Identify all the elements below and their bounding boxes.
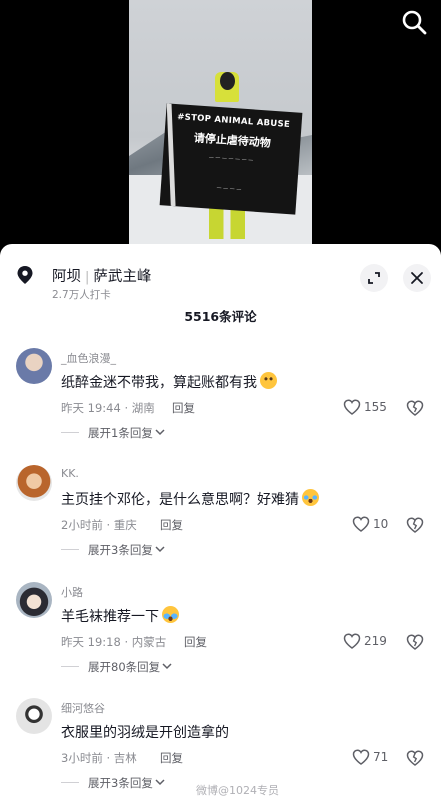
expand-replies-label: 展开3条回复: [88, 543, 153, 557]
location-title: 阿坝 | 萨武主峰: [52, 265, 151, 286]
expand-replies-label: 展开80条回复: [88, 660, 161, 674]
video-frame: #STOP ANIMAL ABUSE 请停止虐待动物 — — — — — — —…: [129, 0, 312, 250]
comment-username[interactable]: _血色浪漫_: [61, 350, 116, 366]
expand-button[interactable]: [360, 264, 388, 292]
expand-icon: [368, 272, 380, 284]
location-peak: 萨武主峰: [93, 269, 152, 285]
comment-item: KK. 主页挂个邓伦，是什么意思啊？好难猜 2小时前 · 重庆 回复 10 展开…: [0, 465, 441, 580]
location-pin-icon: [16, 265, 34, 285]
like-count: 155: [364, 400, 387, 414]
crying-emoji-icon: [162, 606, 179, 623]
protest-banner: #STOP ANIMAL ABUSE 请停止虐待动物 — — — — — — —…: [159, 103, 303, 215]
banner-slogan-cn: 请停止虐待动物: [193, 131, 272, 150]
reply-button[interactable]: 回复: [160, 517, 183, 533]
comments-count: 5516条评论: [184, 309, 257, 324]
expand-replies-button[interactable]: 展开80条回复: [88, 659, 172, 675]
comment-username[interactable]: 细河悠谷: [61, 700, 105, 716]
comment-body: 羊毛袜推荐一下: [61, 609, 159, 625]
heart-icon: [343, 633, 361, 649]
expand-divider: [61, 666, 79, 667]
close-icon: [411, 272, 423, 284]
comment-meta: 3小时前 · 吉林: [61, 751, 137, 765]
location-place: 阿坝: [52, 269, 81, 285]
chevron-down-icon: [155, 429, 165, 436]
location-separator: |: [85, 270, 90, 285]
reply-button[interactable]: 回复: [172, 400, 195, 416]
comment-username[interactable]: KK.: [61, 467, 79, 480]
comments-sheet: 阿坝 | 萨武主峰 2.7万人打卡 5516条评论 _血色浪漫_ 纸醉金迷不带我，算…: [0, 244, 441, 800]
comment-item: 小路 羊毛袜推荐一下 昨天 19:18 · 内蒙古 回复 219 展开80条回复: [0, 582, 441, 697]
expand-divider: [61, 432, 79, 433]
heart-icon: [343, 399, 361, 415]
reply-button[interactable]: 回复: [184, 634, 207, 650]
like-count: 71: [373, 750, 389, 764]
reply-button[interactable]: 回复: [160, 750, 183, 766]
avatar[interactable]: [16, 582, 52, 618]
broken-heart-icon[interactable]: [406, 400, 424, 416]
smirk-emoji-icon: [260, 372, 277, 389]
heart-icon: [352, 516, 370, 532]
comment-item: _血色浪漫_ 纸醉金迷不带我，算起账都有我 昨天 19:44 · 湖南 回复 1…: [0, 348, 441, 463]
close-button[interactable]: [403, 264, 431, 292]
expand-replies-label: 展开3条回复: [88, 776, 153, 790]
chevron-down-icon: [155, 546, 165, 553]
location-checkins: 2.7万人打卡: [52, 289, 111, 301]
comment-meta: 昨天 19:44 · 湖南: [61, 401, 155, 415]
broken-heart-icon[interactable]: [406, 750, 424, 766]
comment-text[interactable]: 纸醉金迷不带我，算起账都有我: [61, 372, 277, 392]
like-button[interactable]: 10: [352, 516, 388, 532]
comment-text[interactable]: 羊毛袜推荐一下: [61, 606, 179, 626]
broken-heart-icon[interactable]: [406, 517, 424, 533]
comment-body: 主页挂个邓伦，是什么意思啊？好难猜: [61, 492, 299, 508]
comment-text[interactable]: 主页挂个邓伦，是什么意思啊？好难猜: [61, 489, 319, 509]
crying-laughing-emoji-icon: [302, 489, 319, 506]
comment-meta: 昨天 19:18 · 内蒙古: [61, 635, 167, 649]
comment-body: 纸醉金迷不带我，算起账都有我: [61, 375, 257, 391]
expand-divider: [61, 549, 79, 550]
broken-heart-icon[interactable]: [406, 634, 424, 650]
banner-small-text-2: — — — —: [216, 185, 242, 193]
heart-icon: [352, 749, 370, 765]
like-count: 219: [364, 634, 387, 648]
expand-divider: [61, 782, 79, 783]
video-player[interactable]: #STOP ANIMAL ABUSE 请停止虐待动物 — — — — — — —…: [0, 0, 441, 250]
chevron-down-icon: [162, 663, 172, 670]
like-button[interactable]: 71: [352, 749, 388, 765]
comment-username[interactable]: 小路: [61, 584, 83, 600]
expand-replies-label: 展开1条回复: [88, 426, 153, 440]
comment-body: 衣服里的羽绒是开创造拿的: [61, 725, 229, 741]
avatar[interactable]: [16, 348, 52, 384]
chevron-down-icon: [155, 779, 165, 786]
expand-replies-button[interactable]: 展开3条回复: [88, 542, 165, 558]
like-button[interactable]: 219: [343, 633, 387, 649]
expand-replies-button[interactable]: 展开3条回复: [88, 775, 165, 791]
avatar[interactable]: [16, 698, 52, 734]
comment-meta: 2小时前 · 重庆: [61, 518, 137, 532]
like-count: 10: [373, 517, 389, 531]
location-bar[interactable]: 阿坝 | 萨武主峰 2.7万人打卡: [0, 252, 441, 301]
comment-text[interactable]: 衣服里的羽绒是开创造拿的: [61, 722, 229, 742]
like-button[interactable]: 155: [343, 399, 387, 415]
person-head: [220, 72, 235, 90]
weibo-watermark: 微博@1024专员: [196, 784, 279, 797]
search-icon[interactable]: [400, 8, 428, 36]
banner-small-text: — — — — — — —: [208, 154, 254, 164]
avatar[interactable]: [16, 465, 52, 501]
expand-replies-button[interactable]: 展开1条回复: [88, 425, 165, 441]
